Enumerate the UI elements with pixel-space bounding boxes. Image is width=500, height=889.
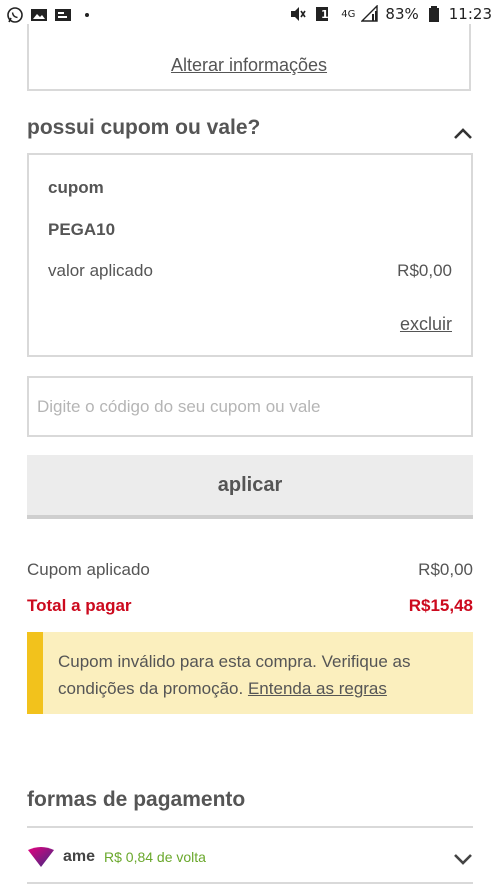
battery-icon [425, 5, 443, 23]
chevron-up-icon[interactable] [452, 126, 474, 140]
battery-percent: 83% [385, 5, 419, 23]
divider [27, 882, 473, 884]
coupon-label: cupom [48, 178, 104, 197]
alert-message-block: Cupom inválido para esta compra. Verifiq… [58, 648, 468, 702]
mute-icon [289, 5, 307, 23]
sim-number: 1 [320, 7, 329, 21]
rules-link[interactable]: Entenda as regras [248, 679, 387, 698]
applied-value-label: valor aplicado [48, 261, 153, 280]
invalid-coupon-alert: Cupom inválido para esta compra. Verifiq… [27, 632, 473, 714]
ame-logo-icon [28, 847, 54, 867]
total-value: R$15,48 [408, 596, 473, 615]
payment-section-title: formas de pagamento [27, 788, 246, 811]
chevron-down-icon[interactable] [452, 852, 474, 866]
notification-icon [54, 6, 72, 24]
signal-icon [361, 5, 379, 23]
total-label: Total a pagar [27, 596, 132, 615]
apply-button[interactable]: aplicar [27, 455, 473, 519]
payment-method-name: ame [63, 848, 96, 865]
applied-value: R$0,00 [397, 261, 452, 280]
cashback-text: R$ 0,84 de volta [104, 849, 206, 865]
applied-coupon-card: cupom PEGA10 valor aplicado R$0,00 exclu… [27, 153, 473, 357]
coupon-applied-row: Cupom aplicado R$0,00 [27, 560, 473, 580]
total-row: Total a pagar R$15,48 [27, 596, 473, 616]
coupon-section-title: possui cupom ou vale? [27, 116, 261, 139]
remove-coupon-link[interactable]: excluir [400, 314, 452, 335]
divider [27, 826, 473, 828]
coupon-applied-value: R$0,00 [418, 560, 473, 579]
coupon-code: PEGA10 [48, 220, 116, 239]
payment-method-ame[interactable]: ame R$ 0,84 de volta [27, 842, 473, 874]
whatsapp-icon [6, 6, 24, 24]
coupon-input[interactable] [27, 376, 473, 437]
clock: 11:23 [448, 5, 492, 23]
dot-icon [78, 6, 96, 24]
change-info-link[interactable]: Alterar informações [29, 55, 469, 76]
network-label: 4G [341, 8, 356, 20]
gallery-icon [30, 6, 48, 24]
coupon-applied-label: Cupom aplicado [27, 560, 150, 579]
address-card: Alterar informações [27, 24, 471, 91]
